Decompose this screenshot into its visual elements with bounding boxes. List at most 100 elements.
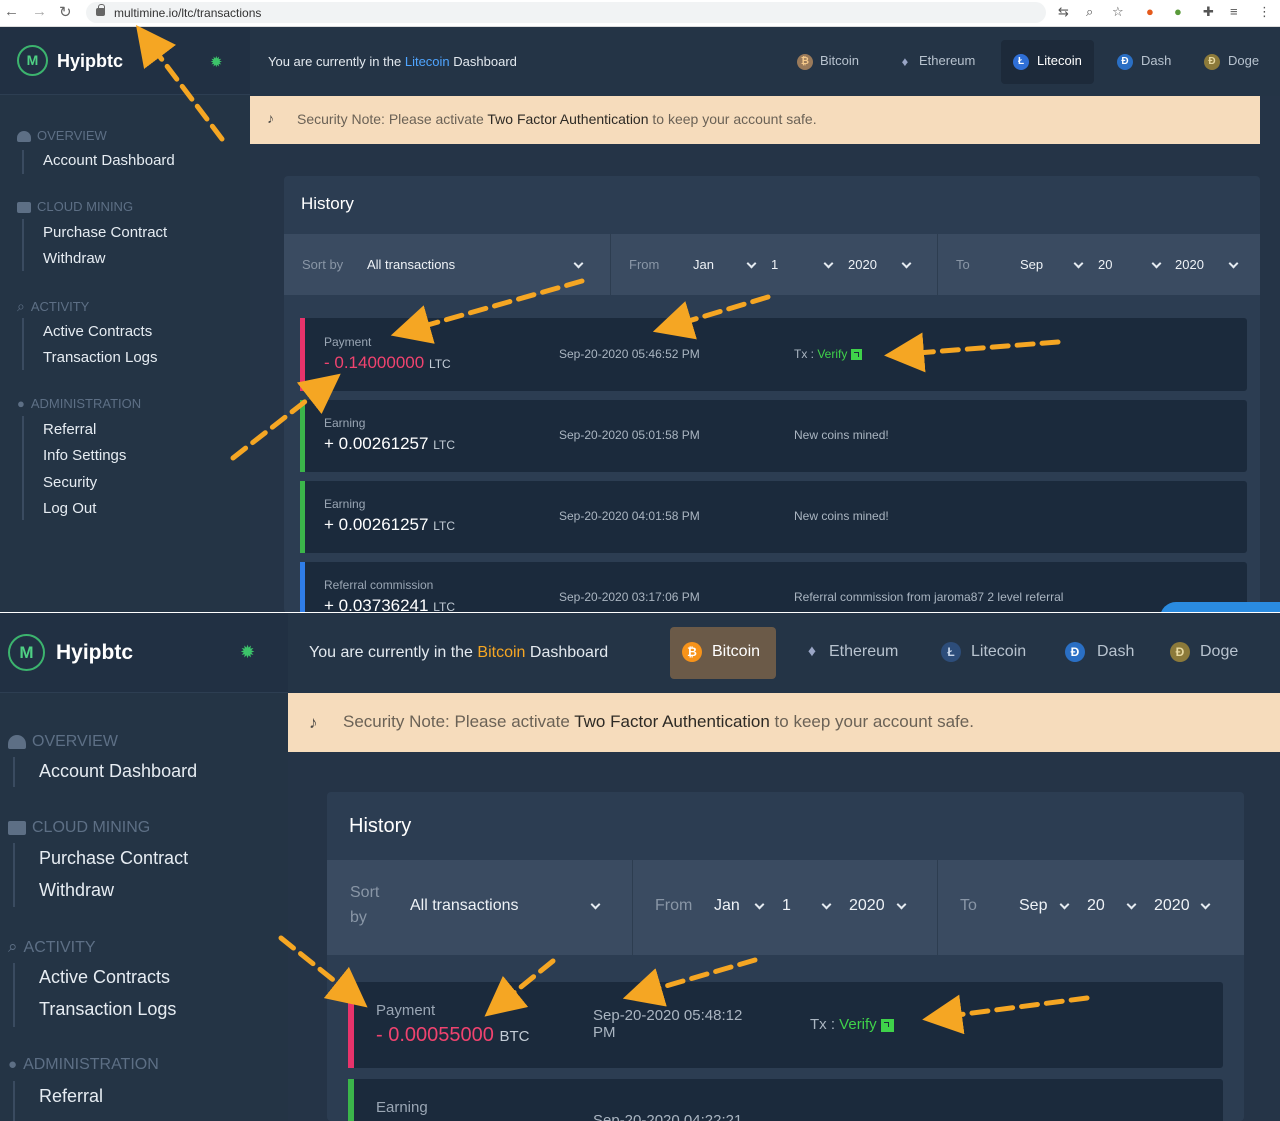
to-month-select[interactable]: Sep [1019, 897, 1047, 915]
chevron-down-icon[interactable] [746, 258, 757, 269]
sidebar-item-security[interactable]: Security [43, 474, 97, 491]
from-day-select[interactable]: 1 [782, 897, 791, 915]
divider-line [22, 219, 24, 271]
reload-icon[interactable]: ↻ [59, 3, 72, 21]
tab-litecoin[interactable]: Ł Litecoin [931, 627, 1036, 679]
chevron-down-icon[interactable] [1151, 258, 1162, 269]
table-row[interactable]: Referral commission + 0.03736241 LTC Sep… [300, 562, 1247, 613]
from-label: From [655, 897, 693, 914]
transaction-date: PM [593, 1024, 616, 1041]
tab-dash[interactable]: Đ Dash [1055, 627, 1144, 679]
chevron-down-icon[interactable] [590, 899, 601, 910]
sidebar-item-active-contracts[interactable]: Active Contracts [43, 323, 152, 340]
chevron-down-icon[interactable] [821, 899, 832, 910]
table-row[interactable]: Earning Sep-20-2020 04:22:21 [348, 1079, 1223, 1121]
zoom-icon[interactable]: ⌕ [1086, 4, 1093, 20]
table-row[interactable]: Payment - 0.14000000 LTC Sep-20-2020 05:… [300, 318, 1247, 391]
extension-globe-icon[interactable]: ● [1174, 4, 1182, 19]
external-link-icon[interactable] [880, 1018, 894, 1032]
sidebar-item-account-dashboard[interactable]: Account Dashboard [39, 761, 197, 782]
table-row[interactable]: Earning + 0.00261257 LTC Sep-20-2020 04:… [300, 481, 1247, 553]
chevron-down-icon[interactable] [823, 258, 834, 269]
chevron-down-icon[interactable] [1228, 258, 1239, 269]
transaction-amount: + 0.00261257 LTC [324, 515, 455, 534]
from-day-select[interactable]: 1 [771, 257, 778, 272]
logo-icon[interactable]: M [17, 45, 48, 76]
from-year-select[interactable]: 2020 [848, 257, 877, 272]
sidebar-item-referral[interactable]: Referral [39, 1086, 103, 1107]
chevron-down-icon[interactable] [1200, 899, 1211, 910]
two-factor-link[interactable]: Two Factor Authentication [574, 712, 770, 731]
two-factor-link[interactable]: Two Factor Authentication [487, 111, 648, 127]
translate-icon[interactable]: ⇆ [1058, 4, 1069, 20]
tab-bitcoin[interactable]: ₿ Bitcoin [670, 627, 777, 679]
extensions-puzzle-icon[interactable]: ✚ [1203, 4, 1214, 20]
logo-icon[interactable]: M [8, 634, 45, 671]
tab-litecoin[interactable]: Ł Litecoin [1001, 40, 1094, 84]
doge-icon: Ð [1170, 642, 1190, 662]
sidebar-item-purchase-contract[interactable]: Purchase Contract [39, 848, 188, 869]
litecoin-icon: Ł [1013, 53, 1029, 70]
verify-link[interactable]: Verify [839, 1016, 877, 1033]
gear-icon[interactable]: ✹ [240, 642, 255, 663]
gear-icon[interactable]: ✹ [210, 53, 223, 71]
tab-dash[interactable]: Đ Dash [1107, 41, 1181, 83]
dash-icon: Đ [1065, 642, 1085, 662]
reading-list-icon[interactable]: ≡ [1230, 4, 1238, 19]
brand-bar: M Hyipbtc ✹ [0, 27, 250, 95]
sidebar-item-info-settings[interactable]: Info Settings [43, 447, 126, 464]
table-row[interactable]: Earning + 0.00261257 LTC Sep-20-2020 05:… [300, 400, 1247, 472]
transaction-type: Earning [376, 1099, 428, 1116]
tab-bitcoin[interactable]: ₿ Bitcoin [787, 41, 869, 83]
to-year-select[interactable]: 2020 [1154, 897, 1190, 915]
brand-name[interactable]: Hyipbtc [56, 641, 133, 665]
sidebar-item-referral[interactable]: Referral [43, 421, 96, 438]
sidebar-item-log-out[interactable]: Log Out [43, 500, 96, 517]
sidebar-item-active-contracts[interactable]: Active Contracts [39, 967, 170, 988]
sidebar-item-transaction-logs[interactable]: Transaction Logs [43, 349, 158, 366]
from-month-select[interactable]: Jan [693, 257, 714, 272]
table-row[interactable]: Payment - 0.00055000 BTC Sep-20-2020 05:… [348, 982, 1223, 1068]
to-filter: To Sep 20 2020 [938, 234, 1260, 295]
sidebar-item-withdraw[interactable]: Withdraw [39, 880, 114, 901]
tab-doge[interactable]: Ð Doge [1160, 627, 1248, 679]
divider-line [13, 757, 15, 787]
from-year-select[interactable]: 2020 [849, 897, 885, 915]
forward-icon[interactable]: → [32, 3, 47, 20]
from-month-select[interactable]: Jan [714, 897, 740, 915]
transaction-type: Referral commission [324, 578, 434, 592]
chevron-down-icon[interactable] [754, 899, 765, 910]
sidebar-item-transaction-logs[interactable]: Transaction Logs [39, 999, 176, 1020]
sort-select[interactable]: All transactions [410, 897, 519, 915]
chevron-down-icon[interactable] [1059, 899, 1070, 910]
external-link-icon[interactable] [850, 349, 862, 361]
chevron-down-icon[interactable] [896, 899, 907, 910]
litecoin-icon: Ł [941, 642, 961, 662]
back-icon[interactable]: ← [4, 3, 19, 20]
chevron-down-icon[interactable] [901, 258, 912, 269]
sort-filter[interactable]: Sort by All transactions [327, 860, 633, 955]
tab-doge[interactable]: Ð Doge [1194, 41, 1269, 83]
sort-select[interactable]: All transactions [367, 257, 455, 272]
sidebar-item-purchase-contract[interactable]: Purchase Contract [43, 224, 167, 241]
address-bar[interactable]: multimine.io/ltc/transactions [86, 2, 1046, 23]
brand-name[interactable]: Hyipbtc [57, 51, 123, 72]
verify-link[interactable]: Verify [817, 347, 847, 361]
to-year-select[interactable]: 2020 [1175, 257, 1204, 272]
history-title: History [349, 815, 412, 837]
sort-filter[interactable]: Sort by All transactions [284, 234, 611, 295]
sidebar-item-withdraw[interactable]: Withdraw [43, 250, 106, 267]
to-day-select[interactable]: 20 [1098, 257, 1112, 272]
to-day-select[interactable]: 20 [1087, 897, 1105, 915]
tab-ethereum[interactable]: ♦ Ethereum [887, 41, 985, 83]
chevron-down-icon[interactable] [1126, 899, 1137, 910]
chevron-down-icon[interactable] [1073, 258, 1084, 269]
to-month-select[interactable]: Sep [1020, 257, 1043, 272]
star-icon[interactable]: ☆ [1112, 4, 1124, 20]
menu-icon[interactable]: ⋮ [1258, 4, 1271, 20]
sidebar-item-account-dashboard[interactable]: Account Dashboard [43, 152, 175, 169]
tab-ethereum[interactable]: ♦ Ethereum [793, 627, 908, 679]
chevron-down-icon[interactable] [573, 258, 584, 269]
extension-fire-icon[interactable]: ● [1146, 4, 1154, 19]
browser-toolbar: ← → ↻ multimine.io/ltc/transactions ⇆ ⌕ … [0, 0, 1280, 27]
